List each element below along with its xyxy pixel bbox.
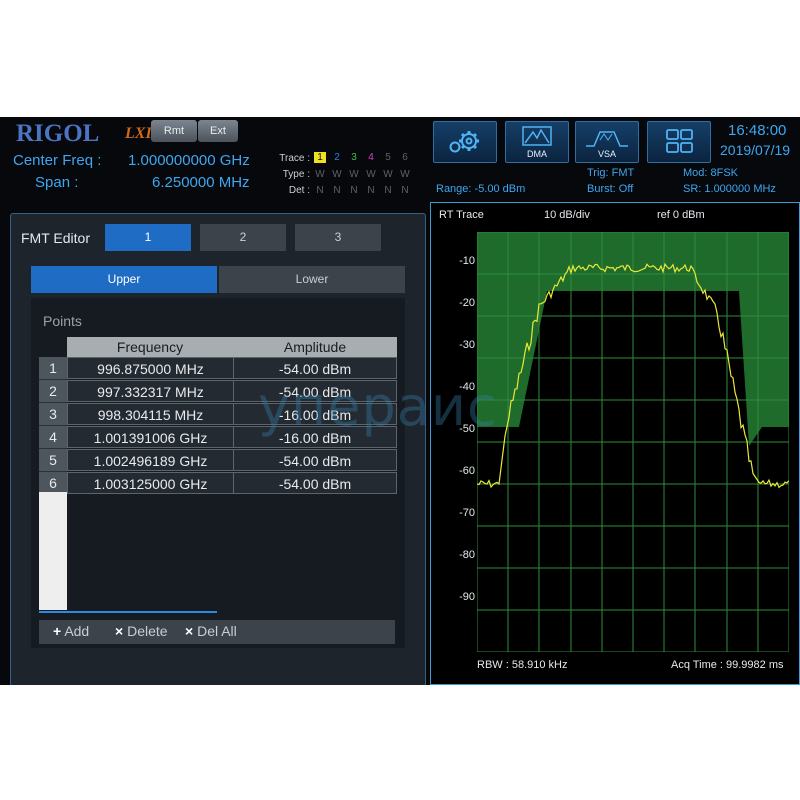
trace-4-indicator[interactable]: 4 xyxy=(365,152,377,163)
range-status[interactable]: Range: -5.00 dBm xyxy=(436,183,525,195)
instrument-screen: RIGOL LXI Rmt Ext Center Freq : 1.000000… xyxy=(0,117,800,685)
rigol-logo: RIGOL xyxy=(16,120,100,147)
amplitude-cell[interactable]: -54.00 dBm xyxy=(233,472,397,494)
rt-trace-panel: RT Trace 10 dB/div ref 0 dBm -10 -20 -30… xyxy=(430,202,800,685)
span-label: Span : xyxy=(35,174,79,191)
frequency-column-header: Frequency xyxy=(116,339,184,355)
y-tick-label: -70 xyxy=(459,507,475,519)
type-value: W xyxy=(315,169,325,180)
clock-time: 16:48:00 xyxy=(728,122,787,139)
row-number-filler xyxy=(39,492,67,610)
add-button[interactable]: + Add xyxy=(53,623,89,639)
det-value: N xyxy=(367,185,375,196)
type-value: W xyxy=(349,169,359,180)
trace-3-indicator[interactable]: 3 xyxy=(348,152,360,163)
row-number: 1 xyxy=(39,357,67,380)
y-tick-label: -30 xyxy=(459,339,475,351)
center-freq-label: Center Freq : xyxy=(13,152,102,169)
tab-fmt-3[interactable]: 3 xyxy=(295,224,381,251)
ref-level-label: ref 0 dBm xyxy=(657,209,705,221)
delete-label: Delete xyxy=(127,623,168,639)
dma-icon[interactable]: DMA xyxy=(505,121,569,163)
type-value: W xyxy=(400,169,410,180)
trig-status: Trig: FMT xyxy=(587,167,635,179)
frequency-cell[interactable]: 1.003125000 GHz xyxy=(67,472,234,494)
y-tick-label: -60 xyxy=(459,465,475,477)
center-freq-value[interactable]: 1.000000000 GHz xyxy=(128,152,250,169)
dma-label: DMA xyxy=(527,149,547,159)
lxi-logo: LXI xyxy=(125,125,152,142)
x-icon: × xyxy=(185,623,194,639)
trace-5-indicator[interactable]: 5 xyxy=(382,152,394,163)
trace-1-indicator[interactable]: 1 xyxy=(314,152,326,163)
row-number: 2 xyxy=(39,380,67,403)
burst-status: Burst: Off xyxy=(587,183,634,195)
mod-status: Mod: 8FSK xyxy=(683,167,739,179)
tab-fmt-1[interactable]: 1 xyxy=(105,224,191,251)
y-tick-label: -80 xyxy=(459,549,475,561)
det-value: N xyxy=(350,185,358,196)
x-icon: × xyxy=(115,623,124,639)
delete-button[interactable]: × Delete xyxy=(115,623,168,639)
points-action-bar: + Add × Delete × Del All xyxy=(39,620,395,644)
frequency-cell[interactable]: 998.304115 MHz xyxy=(67,403,234,425)
type-value: W xyxy=(383,169,393,180)
trace-label: Trace : xyxy=(279,153,310,164)
table-header: Frequency Amplitude xyxy=(67,337,397,357)
spectrum-plot[interactable] xyxy=(477,232,789,652)
fmt-editor-title: FMT Editor xyxy=(21,230,90,246)
rbw-label: RBW : 58.910 kHz xyxy=(477,659,568,671)
amplitude-column-header: Amplitude xyxy=(283,339,347,355)
det-value: N xyxy=(384,185,392,196)
add-label: Add xyxy=(64,623,90,639)
vsa-label: VSA xyxy=(598,149,616,159)
type-value: W xyxy=(332,169,342,180)
vsa-icon[interactable]: VSA xyxy=(575,121,639,163)
fmt-editor-panel: FMT Editor 1 2 3 Upper Lower Points Freq… xyxy=(10,213,426,685)
frequency-cell[interactable]: 997.332317 MHz xyxy=(67,380,234,402)
frequency-cell[interactable]: 1.002496189 GHz xyxy=(67,449,234,471)
trace-2-indicator[interactable]: 2 xyxy=(331,152,343,163)
row-number: 5 xyxy=(39,449,67,472)
span-value[interactable]: 6.250000 MHz xyxy=(152,174,250,191)
horizontal-scrollbar[interactable] xyxy=(39,611,217,613)
acq-time-label: Acq Time : 99.9982 ms xyxy=(671,659,784,671)
det-label: Det : xyxy=(288,185,310,196)
tab-fmt-2[interactable]: 2 xyxy=(200,224,286,251)
watermark-text: упераис xyxy=(258,375,498,438)
sr-status: SR: 1.000000 MHz xyxy=(683,183,776,195)
settings-gear-icon[interactable] xyxy=(433,121,497,163)
scale-label: 10 dB/div xyxy=(544,209,590,221)
tab-lower[interactable]: Lower xyxy=(219,266,405,293)
frequency-cell[interactable]: 1.001391006 GHz xyxy=(67,426,234,448)
y-tick-label: -10 xyxy=(459,255,475,267)
del-all-label: Del All xyxy=(197,623,237,639)
frequency-cell[interactable]: 996.875000 MHz xyxy=(67,357,234,379)
type-value: W xyxy=(366,169,376,180)
y-tick-label: -20 xyxy=(459,297,475,309)
amplitude-cell[interactable]: -54.00 dBm xyxy=(233,449,397,471)
det-value: N xyxy=(401,185,409,196)
rmt-button[interactable]: Rmt xyxy=(151,120,197,142)
trace-6-indicator[interactable]: 6 xyxy=(399,152,411,163)
y-tick-label: -90 xyxy=(459,591,475,603)
plus-icon: + xyxy=(53,623,62,639)
tab-upper[interactable]: Upper xyxy=(31,266,217,293)
window-layout-icon[interactable] xyxy=(647,121,711,163)
ext-button[interactable]: Ext xyxy=(198,120,238,142)
row-number: 4 xyxy=(39,426,67,449)
trace-title: RT Trace xyxy=(439,209,484,221)
det-value: N xyxy=(316,185,324,196)
points-title: Points xyxy=(43,313,82,329)
row-number: 3 xyxy=(39,403,67,426)
det-value: N xyxy=(333,185,341,196)
type-label: Type : xyxy=(282,169,310,180)
clock-date: 2019/07/19 xyxy=(720,142,791,158)
del-all-button[interactable]: × Del All xyxy=(185,623,237,639)
